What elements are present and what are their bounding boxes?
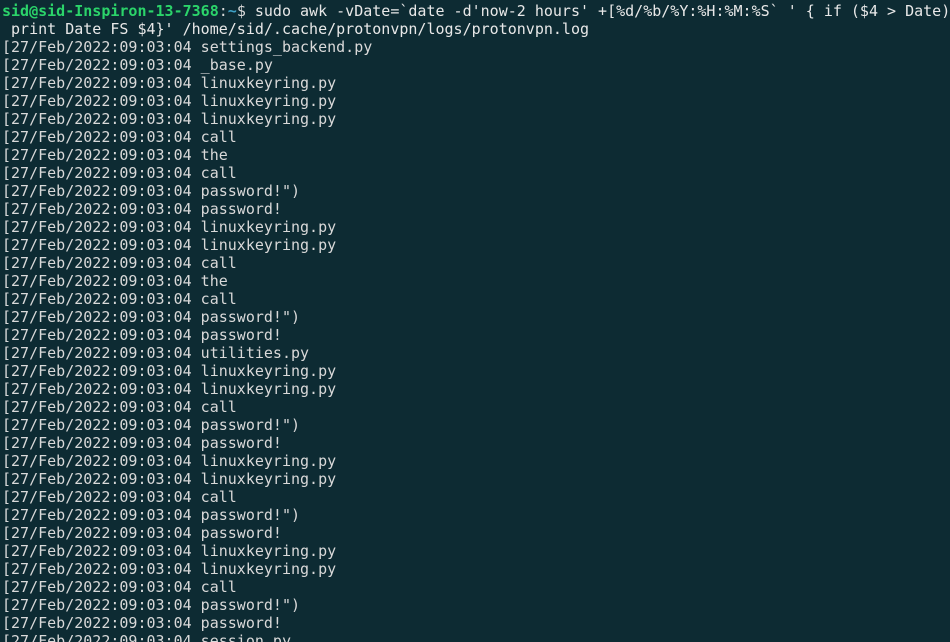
prompt-separator: :: [219, 2, 228, 20]
prompt-dollar: $: [237, 2, 246, 20]
command-line-2: print Date FS $4}' /home/sid/.cache/prot…: [2, 20, 589, 38]
command-line-1: sudo awk -vDate=`date -d'now-2 hours' +[…: [246, 2, 950, 20]
prompt-path: ~: [228, 2, 237, 20]
terminal-output: [27/Feb/2022:09:03:04 settings_backend.p…: [2, 38, 950, 642]
terminal-window[interactable]: sid@sid-Inspiron-13-7368:~$ sudo awk -vD…: [0, 0, 950, 642]
prompt-user-host: sid@sid-Inspiron-13-7368: [2, 2, 219, 20]
